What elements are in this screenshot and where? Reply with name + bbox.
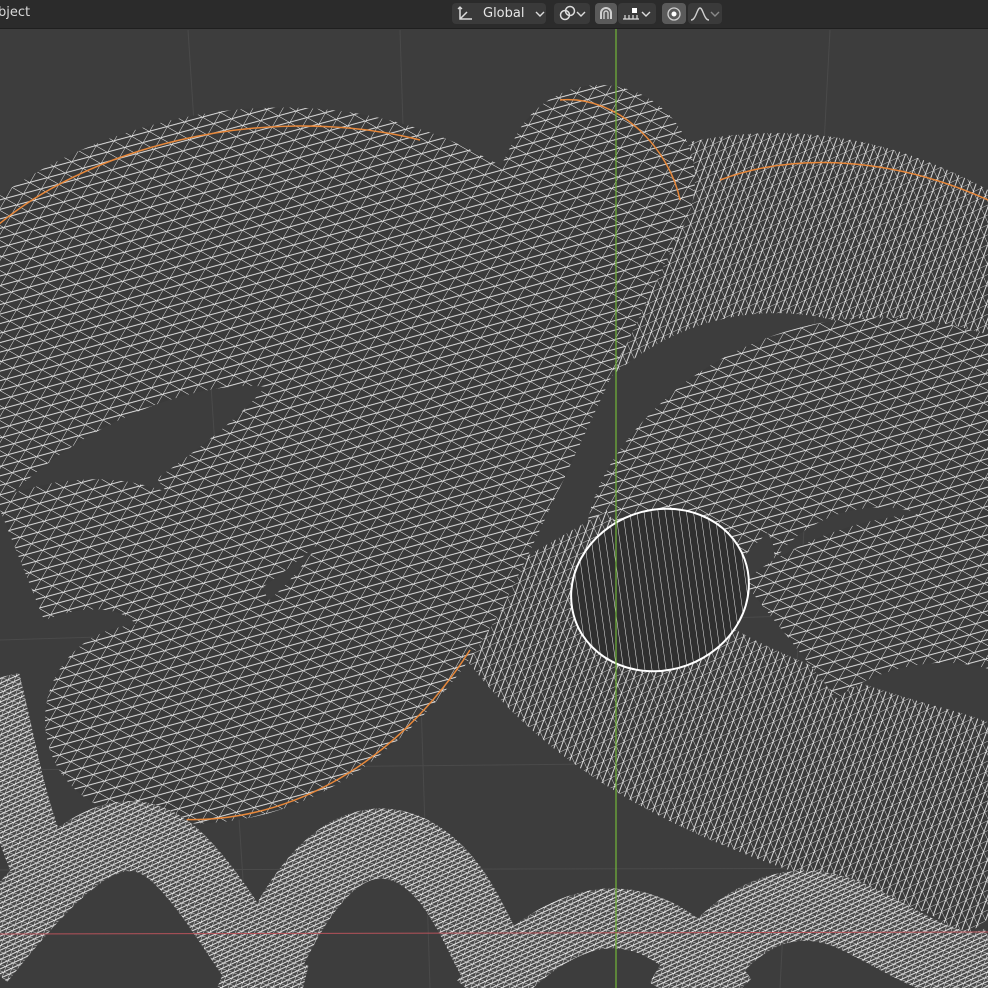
wireframe-scene[interactable] bbox=[0, 0, 988, 988]
proportional-editing-toggle[interactable] bbox=[662, 3, 686, 24]
transform-orientation-dropdown[interactable]: Global bbox=[452, 3, 546, 24]
object-mode-label[interactable]: bject bbox=[0, 5, 30, 20]
chevron-down-icon bbox=[576, 9, 586, 19]
proportional-editing-icon bbox=[666, 6, 682, 22]
transform-orientation-icon bbox=[456, 5, 474, 23]
chevron-down-icon bbox=[641, 9, 651, 19]
snap-increment-icon bbox=[621, 5, 641, 23]
pivot-point-dropdown[interactable] bbox=[554, 3, 590, 24]
tube-right-lower-arc bbox=[743, 512, 988, 700]
3d-viewport[interactable]: bject Global bbox=[0, 0, 988, 988]
snap-target-dropdown[interactable] bbox=[618, 3, 656, 24]
proportional-falloff-dropdown[interactable] bbox=[688, 3, 722, 24]
chevron-down-icon bbox=[535, 9, 545, 19]
falloff-curve-icon bbox=[690, 5, 710, 23]
snap-toggle-button[interactable] bbox=[595, 3, 617, 24]
snap-magnet-icon bbox=[597, 5, 615, 23]
pivot-point-icon bbox=[558, 5, 576, 23]
orientation-value: Global bbox=[483, 6, 525, 21]
viewport-header: bject Global bbox=[0, 0, 988, 29]
chevron-down-icon bbox=[710, 9, 720, 19]
